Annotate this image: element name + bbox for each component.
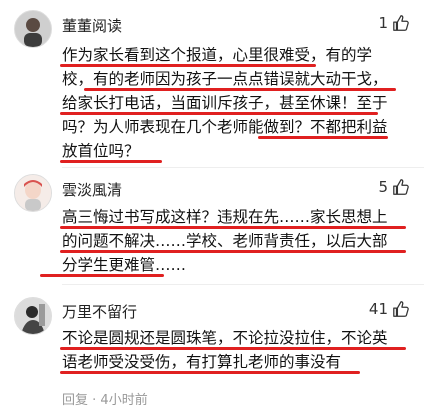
user-avatar-icon xyxy=(15,298,51,334)
comment-username[interactable]: 董董阅读 xyxy=(62,15,122,36)
highlight-underline xyxy=(60,347,406,350)
reply-row: 回复 · 4小时前 xyxy=(62,389,148,408)
user-avatar-icon xyxy=(15,175,51,211)
avatar[interactable] xyxy=(14,10,52,48)
highlight-underline xyxy=(60,226,406,229)
highlight-underline xyxy=(40,274,164,277)
thumbs-up-icon xyxy=(393,15,409,31)
like-button[interactable]: 41 xyxy=(369,300,410,318)
like-button[interactable]: 5 xyxy=(378,178,410,196)
highlight-underline xyxy=(258,136,388,139)
comment-username[interactable]: 雲淡風清 xyxy=(62,179,122,200)
like-count: 1 xyxy=(378,14,388,32)
highlight-underline xyxy=(60,250,406,253)
comment-text: 不论是圆规还是圆珠笔，不论拉没拉住，不论英 语老师受没受伤，有打算扎老师的事没有 xyxy=(62,326,412,374)
comment-item: 万里不留行 41 不论是圆规还是圆珠笔，不论拉没拉住，不论英 语老师受没受伤，有… xyxy=(0,285,424,408)
highlight-underline xyxy=(60,371,360,374)
thumbs-up-icon xyxy=(393,301,409,317)
comment-username[interactable]: 万里不留行 xyxy=(62,301,137,322)
like-button[interactable]: 1 xyxy=(378,14,410,32)
user-avatar-icon xyxy=(15,11,51,47)
comment-text: 作为家长看到这个报道，心里很难受，有的学 校，有的老师因为孩子一点点错误就大动干… xyxy=(62,43,412,163)
comment-item: 董董阅读 1 作为家长看到这个报道，心里很难受，有的学 校，有的老师因为孩子一点… xyxy=(0,0,424,170)
highlight-underline xyxy=(60,112,378,115)
comment-text: 高三悔过书写成这样？违规在先……家长思想上 的问题不解决……学校、老师背责任，以… xyxy=(62,205,412,277)
comment-timestamp: 4小时前 xyxy=(100,393,148,408)
highlight-underline xyxy=(60,64,316,67)
like-count: 41 xyxy=(368,300,388,318)
comment-item: 雲淡風清 5 高三悔过书写成这样？违规在先……家长思想上 的问题不解决……学校、… xyxy=(0,168,424,286)
like-count: 5 xyxy=(378,178,388,196)
avatar[interactable] xyxy=(14,297,52,335)
thumbs-up-icon xyxy=(393,179,409,195)
highlight-underline xyxy=(60,160,162,163)
highlight-underline xyxy=(84,88,396,91)
reply-button[interactable]: 回复 xyxy=(62,393,88,408)
avatar[interactable] xyxy=(14,174,52,212)
